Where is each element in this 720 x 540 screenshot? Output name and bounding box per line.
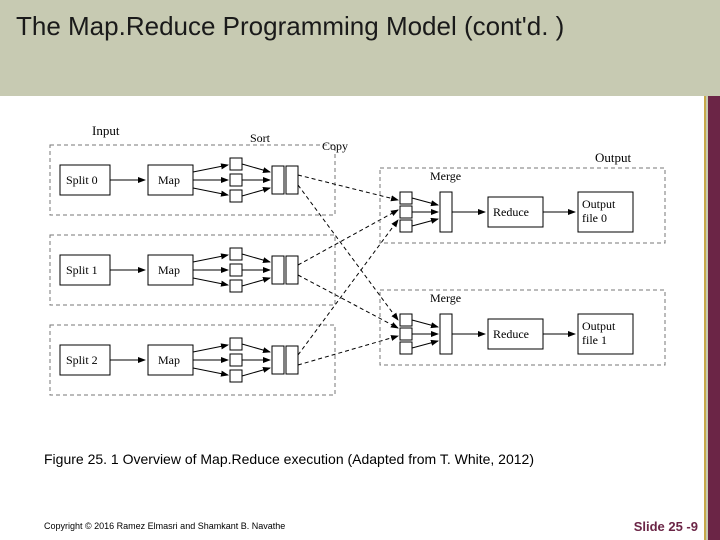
- slide-title: The Map.Reduce Programming Model (cont'd…: [16, 10, 704, 43]
- copyright-text: Copyright © 2016 Ramez Elmasri and Shamk…: [44, 521, 285, 531]
- output1-label-a: Output: [582, 319, 616, 333]
- label-input: Input: [92, 123, 120, 138]
- output0-label-a: Output: [582, 197, 616, 211]
- slide-header: The Map.Reduce Programming Model (cont'd…: [0, 0, 720, 96]
- reduce1-label: Reduce: [493, 327, 529, 341]
- label-merge0: Merge: [430, 169, 461, 183]
- map0-label: Map: [158, 173, 180, 187]
- output1-label-b: file 1: [582, 333, 607, 347]
- label-merge1: Merge: [430, 291, 461, 305]
- reduce0-label: Reduce: [493, 205, 529, 219]
- map1-label: Map: [158, 263, 180, 277]
- split2-label: Split 2: [66, 353, 98, 367]
- label-copy: Copy: [322, 139, 348, 153]
- accent-sidebar: [704, 96, 720, 540]
- mapreduce-diagram: Input Split 0 Map Sort Split 1 Map Split…: [40, 120, 680, 420]
- slide-number: Slide 25 -9: [634, 519, 698, 534]
- split0-label: Split 0: [66, 173, 98, 187]
- label-sort: Sort: [250, 131, 271, 145]
- label-output: Output: [595, 150, 632, 165]
- slide-footer: Copyright © 2016 Ramez Elmasri and Shamk…: [0, 512, 720, 540]
- map2-label: Map: [158, 353, 180, 367]
- figure-caption: Figure 25. 1 Overview of Map.Reduce exec…: [44, 450, 604, 469]
- output0-label-b: file 0: [582, 211, 607, 225]
- split1-label: Split 1: [66, 263, 98, 277]
